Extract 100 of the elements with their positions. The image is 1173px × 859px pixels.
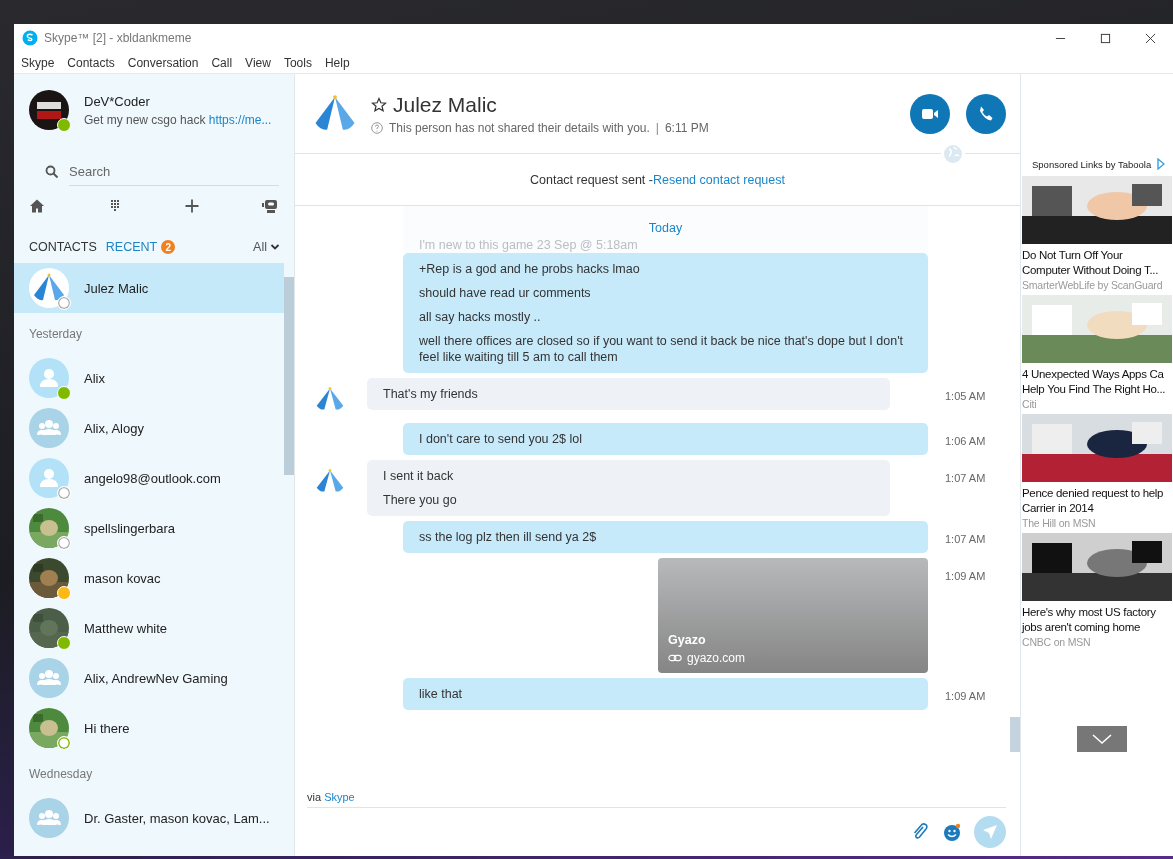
status-icon	[57, 586, 71, 600]
message-time: 1:09 AM	[945, 690, 986, 702]
emoticon-icon[interactable]	[942, 822, 962, 842]
status-icon	[57, 736, 71, 750]
message-text: I'm new to this game 23 Sep @ 5:18am	[419, 238, 638, 252]
contact-name: Dr. Gaster, mason kovac, Lam...	[84, 810, 270, 826]
contact-name: Alix	[84, 370, 105, 386]
menu-item[interactable]: Contacts	[67, 55, 115, 70]
skype-logo-icon	[22, 30, 38, 46]
message-text: I sent it back	[383, 468, 455, 484]
help-icon	[371, 121, 383, 134]
preview-title: Gyazo	[668, 633, 707, 647]
ad-title[interactable]: Do Not Turn Off Your Computer Without Doing T...	[1022, 244, 1173, 278]
group-avatar	[29, 408, 69, 448]
chat-list-item[interactable]: Alix	[14, 353, 284, 403]
group-avatar	[29, 658, 69, 698]
taboola-logo-icon	[1157, 158, 1166, 170]
contact-title: Julez Malic	[393, 92, 497, 117]
chat-list-item[interactable]: spellslingerbara	[14, 503, 284, 553]
status-icon	[57, 636, 71, 650]
contact-info: This person has not shared their details with you.	[389, 120, 650, 135]
filter-dropdown[interactable]: All	[253, 240, 280, 254]
chevron-down-icon	[270, 242, 280, 252]
message-text: like that	[419, 686, 464, 702]
count-badge: 2	[161, 240, 176, 254]
chat-list-item[interactable]: Alix, AndrewNev Gaming	[14, 653, 284, 703]
menu-item[interactable]: Call	[211, 55, 233, 70]
menu-item[interactable]: Conversation	[127, 55, 199, 70]
contact-name: Hi there	[84, 720, 130, 736]
ad-source: Citi	[1022, 397, 1038, 411]
message-time: 1:06 AM	[945, 435, 986, 447]
status-icon	[57, 386, 71, 400]
ad-title[interactable]: Here's why most US factory jobs aren't coming home	[1022, 601, 1173, 635]
contact-avatar	[29, 268, 69, 308]
message-time: 1:09 AM	[945, 570, 986, 582]
tab[interactable]: RECENT	[105, 240, 158, 254]
call-button[interactable]	[966, 93, 1006, 134]
ad-source: The Hill on MSN	[1022, 516, 1097, 530]
via-link[interactable]: Skype	[324, 791, 355, 803]
status-icon	[57, 118, 71, 132]
message-text: +Rep is a god and he probs hacks lmao	[419, 261, 641, 277]
video-call-button[interactable]	[910, 93, 950, 134]
chat-list-item[interactable]: Julez Malic	[14, 263, 284, 313]
chat-list-item[interactable]: Matthew white	[14, 603, 284, 653]
contact-name: mason kovac	[84, 570, 161, 586]
contact-name: spellslingerbara	[84, 520, 176, 536]
sponsored-label: Sponsored Links by Taboola	[1032, 158, 1152, 170]
message-text: I don't care to send you 2$ lol	[419, 431, 583, 447]
star-icon[interactable]	[371, 96, 387, 113]
chat-list-item[interactable]: angelo98@outlook.com	[14, 453, 284, 503]
chat-list-item[interactable]: Hi there	[14, 703, 284, 753]
status-icon	[57, 296, 71, 310]
chat-list-item[interactable]: Dr. Gaster, mason kovac, Lam...	[14, 793, 284, 843]
message-text: all say hacks mostly ..	[419, 309, 542, 325]
group-avatar	[29, 798, 69, 838]
plus-icon[interactable]	[184, 198, 201, 214]
separator: |	[655, 120, 659, 135]
message-text: well there offices are closed so if you want to send it back be nice that's dope but I don't feel like waiting till 5 am to call them	[419, 333, 904, 365]
menu-item[interactable]: Tools	[283, 55, 312, 70]
contact-name: Julez Malic	[84, 280, 149, 296]
section-heading: Yesterday	[28, 326, 83, 343]
menu-item[interactable]: Skype	[21, 55, 55, 70]
status-icon	[57, 486, 71, 500]
message-time: 1:07 AM	[945, 533, 986, 545]
search-field[interactable]: Search	[69, 158, 279, 186]
local-time: 6:11 PM	[664, 120, 709, 135]
message-time: 1:05 AM	[945, 390, 986, 402]
via-label: via	[307, 791, 323, 803]
ad-source: CNBC on MSN	[1022, 635, 1092, 649]
contact-name: Alix, Alogy	[84, 420, 144, 436]
section-heading: Wednesday	[28, 766, 94, 783]
contact-name: angelo98@outlook.com	[84, 470, 221, 486]
chat-list-item[interactable]: Alix, Alogy	[14, 403, 284, 453]
bot-icon[interactable]	[261, 198, 278, 214]
send-icon	[982, 824, 998, 840]
home-icon[interactable]	[29, 198, 45, 214]
contact-name: Matthew white	[84, 620, 168, 636]
mood-link[interactable]: https://me...	[208, 112, 272, 127]
contact-name: Alix, AndrewNev Gaming	[84, 670, 228, 686]
scrollbar-thumb[interactable]	[284, 277, 294, 475]
message-time: 1:07 AM	[945, 472, 986, 484]
ad-source: SmarterWebLife by ScanGuard	[1022, 278, 1164, 292]
ad-title[interactable]: Pence denied request to help Carrier in 2014	[1022, 482, 1173, 516]
person-avatar	[29, 458, 69, 498]
person-avatar	[29, 358, 69, 398]
profile-name: DeV*Coder	[84, 93, 151, 109]
resend-link[interactable]: Resend contact request	[652, 172, 785, 187]
request-status: Contact request sent -	[530, 172, 653, 187]
status-icon	[57, 536, 71, 550]
message-text: ss the log plz then ill send ya 2$	[419, 529, 598, 545]
scroll-down-button[interactable]	[1077, 726, 1127, 752]
tab[interactable]: CONTACTS	[29, 240, 97, 254]
preview-url: gyazo.com	[687, 651, 746, 665]
menu-item[interactable]: View	[245, 55, 271, 70]
menu-item[interactable]: Help	[324, 55, 350, 70]
scrollbar-thumb[interactable]	[1010, 717, 1020, 752]
ad-title[interactable]: 4 Unexpected Ways Apps Ca Help You Find The Right Ho...	[1022, 363, 1173, 397]
window-title: Skype™ [2] - xbldankmeme	[44, 31, 192, 45]
chevron-down-icon	[1091, 733, 1113, 745]
chat-list-item[interactable]: mason kovac	[14, 553, 284, 603]
